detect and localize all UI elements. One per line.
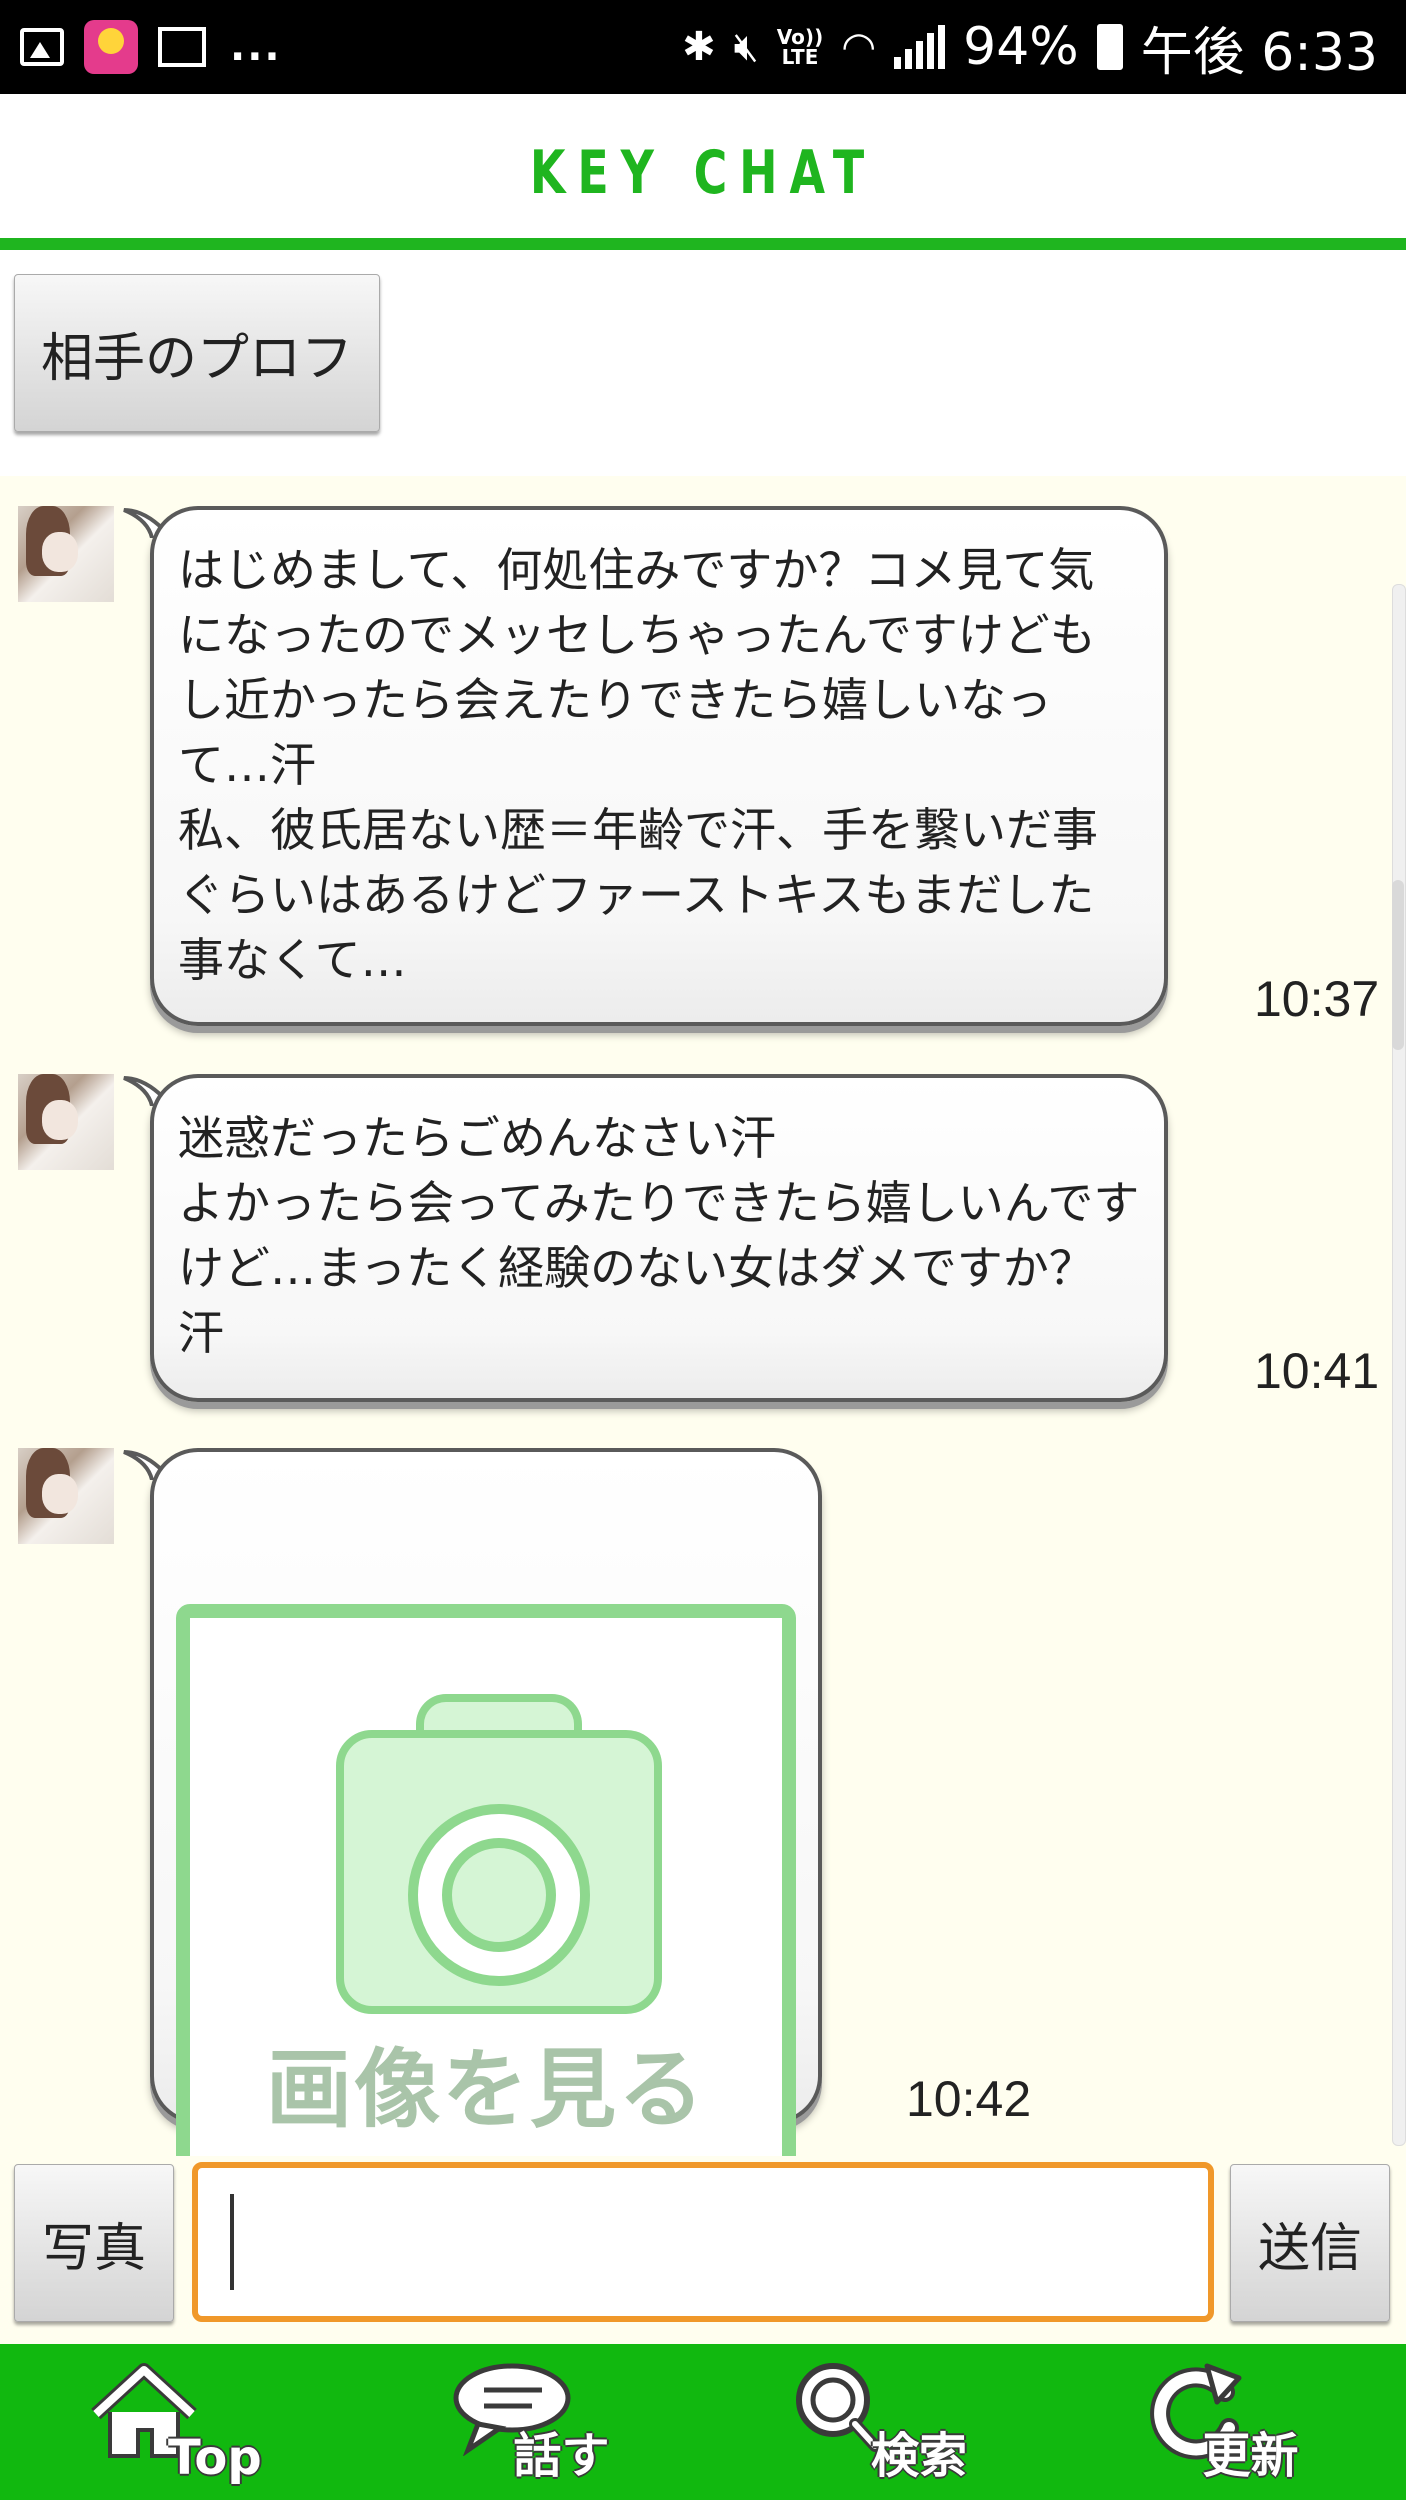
nav-top[interactable]: Top [0,2344,352,2500]
mail-notification-icon [158,27,206,67]
image-message-bubble[interactable]: 画像を見る [150,1448,822,2228]
message-time: 10:37 [1254,971,1380,1027]
status-time: 午後 6:33 [1140,22,1378,83]
battery-icon [1096,24,1123,70]
avatar[interactable] [18,1074,114,1170]
app-title: KEY CHAT [529,138,877,208]
message-bubble[interactable]: はじめまして、何処住みですか？コメ見て気になったのでメッセしちゃったんですけども… [150,506,1168,1026]
header-divider [0,238,1406,250]
gallery-notification-icon [20,28,64,66]
camera-lens-inner-icon [442,1838,556,1952]
more-notifications-indicator: ... [230,24,282,70]
signal-icon [894,25,946,69]
avatar[interactable] [18,1448,114,1544]
chat-scrollbar-thumb[interactable] [1392,880,1404,1050]
partner-profile-button[interactable]: 相手のプロフ [14,274,380,432]
wifi-icon: ◠ [841,24,877,70]
message-input[interactable] [192,2162,1214,2322]
bottom-navigation: Top 話す 検索 更新 [0,2344,1406,2500]
nav-top-label: Top [168,2430,262,2486]
volte-lte-icon: Vo)) LTE [776,25,824,69]
text-caret [230,2194,234,2290]
nav-refresh[interactable]: 更新 [1055,2344,1406,2500]
view-image-label: 画像を見る [266,2040,706,2140]
photo-button[interactable]: 写真 [14,2164,174,2322]
nav-search[interactable]: 検索 [703,2344,1055,2500]
status-bar: ... ✱ 🔇︎ Vo)) LTE ◠ 94% 午後 6:33 [0,0,1406,94]
app-notification-icon [84,20,138,74]
avatar[interactable] [18,506,114,602]
nav-talk-label: 話す [513,2428,610,2484]
message-time: 10:41 [1254,1343,1380,1399]
battery-percent: 94% [963,17,1079,77]
nav-talk[interactable]: 話す [352,2344,704,2500]
bluetooth-icon: ✱ [682,24,716,70]
message-bubble[interactable]: 迷惑だったらごめんなさい汗 よかったら会ってみたりできたら嬉しいんですけど…まっ… [150,1074,1168,1402]
mute-icon: 🔇︎ [733,24,759,70]
message-time: 10:42 [906,2071,1032,2127]
chat-scrollbar[interactable] [1392,584,1406,2146]
nav-refresh-label: 更新 [1202,2428,1299,2484]
app-header: KEY CHAT [0,94,1406,238]
nav-search-label: 検索 [871,2428,968,2484]
send-button[interactable]: 送信 [1230,2164,1390,2322]
view-image-button[interactable]: 画像を見る [176,1604,796,2228]
